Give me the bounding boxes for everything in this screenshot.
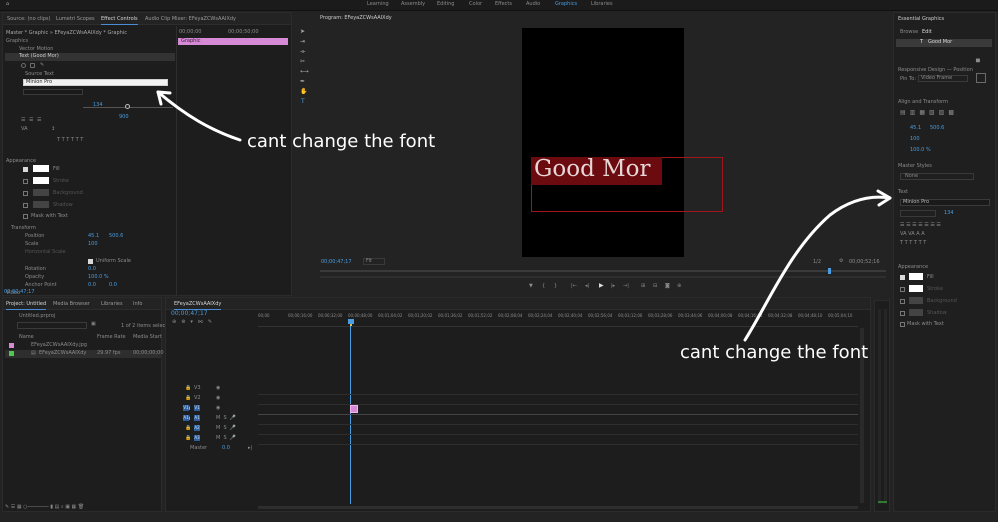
annotation-arrows bbox=[156, 90, 892, 342]
arrow-to-eg-font bbox=[743, 195, 892, 342]
annotation-text-left: cant change the font bbox=[247, 131, 436, 152]
arrow-to-font-field bbox=[156, 90, 242, 142]
annotation-text-right: cant change the font bbox=[680, 342, 869, 363]
